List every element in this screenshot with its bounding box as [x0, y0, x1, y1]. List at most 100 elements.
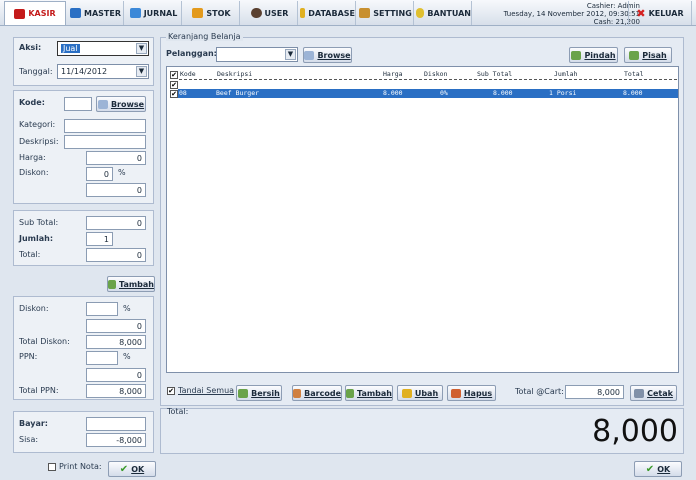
nav-setting[interactable]: SETTING: [358, 1, 414, 25]
barcode-button[interactable]: Barcode: [292, 385, 342, 401]
checkmark-icon: ✔: [119, 463, 129, 475]
grand-total-value: 8,000: [592, 414, 678, 449]
totalppn-label: Total PPN:: [19, 386, 59, 395]
user-icon: [250, 8, 262, 18]
wrench-icon: [359, 8, 371, 18]
cashier-icon: [14, 8, 26, 19]
pelanggan-label: Pelanggan:: [166, 49, 217, 58]
nav-user[interactable]: USER: [242, 1, 298, 25]
kode-input[interactable]: [64, 97, 92, 111]
clear-icon: [238, 388, 249, 398]
cart-group-title: Keranjang Belanja: [166, 32, 243, 41]
column-header-diskon[interactable]: Diskon: [424, 70, 447, 78]
percent-sign: %: [118, 168, 126, 177]
ok-bottom-button[interactable]: ✔ OK: [634, 461, 682, 477]
print-nota-checkbox[interactable]: [48, 463, 56, 471]
nav-kasir[interactable]: KASIR: [4, 1, 66, 25]
percent-sign: %: [123, 352, 131, 361]
jumlah-input[interactable]: 1: [86, 232, 113, 246]
tandai-semua-label: Tandai Semua: [178, 386, 235, 395]
ppn-percent-input[interactable]: [86, 351, 118, 365]
select-all-checkbox[interactable]: ✔: [170, 71, 178, 79]
move-icon: [571, 50, 582, 60]
total-cart-field: 8,000: [565, 385, 624, 399]
journal-icon: [129, 8, 141, 18]
ok-left-button[interactable]: ✔ OK: [108, 461, 156, 477]
column-header-kode[interactable]: Kode: [180, 70, 196, 78]
bayar-input[interactable]: [86, 417, 146, 431]
pindah-button[interactable]: Pindah: [569, 47, 618, 63]
sisa-label: Sisa:: [19, 435, 39, 444]
browse-icon: [304, 50, 315, 60]
aksi-select[interactable]: Jual ▼: [57, 41, 149, 56]
column-header-total[interactable]: Total: [624, 70, 644, 78]
diskon-amount-field: 0: [86, 183, 146, 197]
nav-stok[interactable]: STOK: [184, 1, 240, 25]
subtotal-field: 0: [86, 216, 146, 230]
percent-sign: %: [123, 304, 131, 313]
cetak-button[interactable]: Cetak: [630, 385, 677, 401]
nav-jurnal[interactable]: JURNAL: [126, 1, 182, 25]
row-checkbox-empty[interactable]: ✔: [170, 81, 178, 89]
nav-database[interactable]: DATABASE: [300, 1, 356, 25]
nav-master[interactable]: MASTER: [68, 1, 124, 25]
column-header-deskripsi[interactable]: Deskripsi: [217, 70, 252, 78]
nav-bantuan[interactable]: BANTUAN: [416, 1, 472, 25]
table-row[interactable]: 08 Beef Burger 8.000 0% 8.000 1 Porsi 8.…: [178, 89, 678, 98]
add-icon: [108, 279, 117, 289]
browse-customer-button[interactable]: Browse: [303, 47, 352, 63]
browse-icon: [97, 99, 108, 109]
logout-button[interactable]: ✖ KELUAR: [628, 1, 692, 25]
total-field: 0: [86, 248, 146, 262]
harga-label: Harga:: [19, 153, 46, 162]
delete-icon: [450, 388, 461, 398]
diskon-label: Diskon:: [19, 168, 49, 177]
bersih-button[interactable]: Bersih: [236, 385, 282, 401]
tambah-cart-button[interactable]: Tambah: [345, 385, 393, 401]
diskon-percent-input[interactable]: 0: [86, 167, 113, 181]
tandai-semua-checkbox[interactable]: ✔: [167, 387, 175, 395]
pisah-button[interactable]: Pisah: [624, 47, 672, 63]
total-label: Total:: [19, 250, 41, 259]
grand-total-label: Total:: [167, 407, 189, 416]
ubah-button[interactable]: Ubah: [397, 385, 443, 401]
subtotal-label: Sub Total:: [19, 218, 59, 227]
aksi-label: Aksi:: [19, 43, 42, 52]
box-icon: [192, 8, 204, 18]
tambah-item-button[interactable]: Tambah: [107, 276, 155, 292]
database-icon: [300, 8, 306, 18]
edit-icon: [401, 388, 412, 398]
pelanggan-select[interactable]: ▼: [216, 47, 298, 62]
tanggal-label: Tanggal:: [19, 67, 53, 76]
chevron-down-icon: ▼: [136, 66, 147, 77]
sisa-field: -8,000: [86, 433, 146, 447]
diskon2-label: Diskon:: [19, 304, 49, 313]
chevron-down-icon: ▼: [136, 43, 147, 54]
kategori-field: [64, 119, 146, 133]
column-header-subtotal[interactable]: Sub Total: [477, 70, 512, 78]
row-checkbox[interactable]: ✔: [170, 90, 178, 98]
close-icon: ✖: [636, 6, 646, 20]
bayar-label: Bayar:: [19, 419, 49, 428]
column-header-harga[interactable]: Harga: [383, 70, 403, 78]
checkmark-icon: ✔: [645, 463, 655, 475]
print-nota-label: Print Nota:: [59, 462, 102, 471]
date-picker[interactable]: 11/14/2012 ▼: [57, 64, 149, 79]
deskripsi-label: Deskripsi:: [19, 137, 59, 146]
totalppn-field: 8,000: [86, 384, 146, 398]
top-toolbar: KASIR MASTER JURNAL STOK USER DATABASE S…: [0, 0, 696, 26]
totaldiskon-label: Total Diskon:: [19, 337, 70, 346]
header-divider: [179, 79, 677, 80]
diskon2-percent-input[interactable]: [86, 302, 118, 316]
harga-field: 0: [86, 151, 146, 165]
jumlah-label: Jumlah:: [19, 234, 54, 243]
cart-table[interactable]: ✔ Kode Deskripsi Harga Diskon Sub Total …: [166, 66, 679, 373]
hapus-button[interactable]: Hapus: [447, 385, 496, 401]
browse-item-button[interactable]: Browse: [96, 96, 146, 112]
printer-icon: [634, 388, 645, 398]
totaldiskon-field: 8,000: [86, 335, 146, 349]
column-header-jumlah[interactable]: Jumlah: [554, 70, 577, 78]
ppn-label: PPN:: [19, 352, 38, 361]
ppn-amount-field: 0: [86, 368, 146, 382]
deskripsi-field: [64, 135, 146, 149]
